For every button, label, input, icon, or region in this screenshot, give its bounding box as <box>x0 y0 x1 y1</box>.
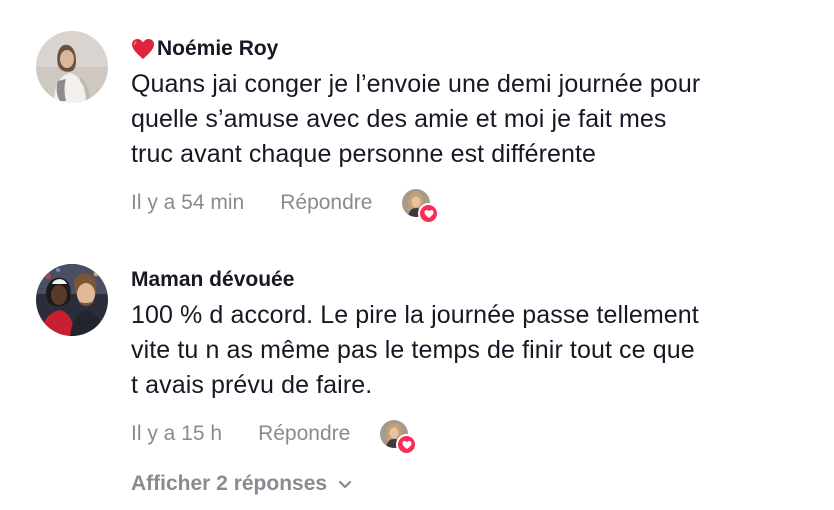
comment-meta: Il y a 15 h Répondre <box>131 417 814 455</box>
chevron-down-icon <box>337 476 353 492</box>
avatar[interactable] <box>36 264 108 336</box>
comment-timestamp: Il y a 54 min <box>131 191 245 214</box>
heart-badge-icon <box>418 203 440 224</box>
avatar-image <box>36 31 108 103</box>
comment-username[interactable]: Noémie Roy <box>131 35 814 63</box>
comment-timestamp: Il y a 15 h <box>131 422 223 445</box>
heart-badge-icon <box>396 434 418 455</box>
username-text: Noémie Roy <box>157 37 279 60</box>
reply-button[interactable]: Répondre <box>280 191 372 215</box>
creator-like-indicator <box>380 420 418 455</box>
comment-text: Quans jai conger je l’envoie une demi jo… <box>131 70 701 168</box>
creator-like-indicator <box>402 189 440 224</box>
comment-item: Noémie Roy Quans jai conger je l’envoie … <box>0 0 834 240</box>
comment-text: 100 % d accord. Le pire la journée passe… <box>131 301 699 399</box>
red-heart-icon <box>131 38 155 60</box>
comment-body: Noémie Roy Quans jai conger je l’envoie … <box>131 35 814 224</box>
view-replies-button[interactable]: Afficher 2 réponses <box>131 472 353 496</box>
avatar-image <box>36 264 108 336</box>
comment-item: Maman dévouée 100 % d accord. Le pire la… <box>0 240 834 510</box>
comment-body: Maman dévouée 100 % d accord. Le pire la… <box>131 266 814 455</box>
view-replies-label: Afficher 2 réponses <box>131 472 328 495</box>
comment-meta: Il y a 54 min Répondre <box>131 186 814 224</box>
avatar[interactable] <box>36 31 108 103</box>
username-text: Maman dévouée <box>131 268 295 291</box>
reply-button[interactable]: Répondre <box>258 422 350 446</box>
comment-username[interactable]: Maman dévouée <box>131 266 814 294</box>
